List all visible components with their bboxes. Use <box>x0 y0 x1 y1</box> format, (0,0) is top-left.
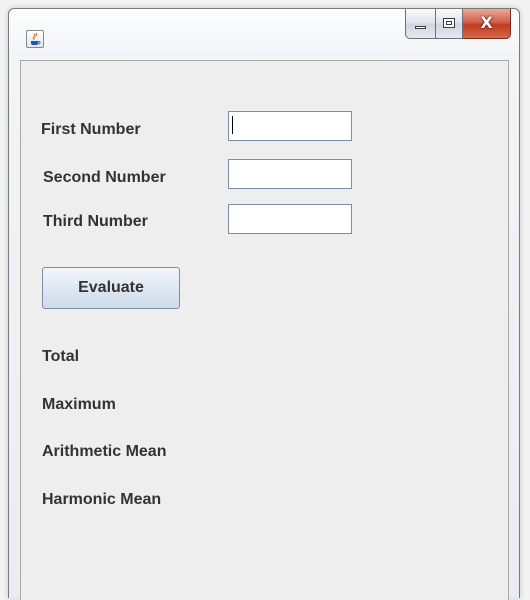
maximum-label: Maximum <box>42 396 116 413</box>
app-window: X First Number Second Number Third Numbe… <box>8 8 520 600</box>
third-number-input[interactable] <box>228 204 352 234</box>
first-number-input[interactable] <box>228 111 352 141</box>
evaluate-button[interactable]: Evaluate <box>42 267 180 309</box>
maximize-icon <box>443 18 455 28</box>
close-button[interactable]: X <box>463 9 511 39</box>
minimize-icon <box>415 26 426 29</box>
content-panel: First Number Second Number Third Number … <box>20 60 509 600</box>
harmonic-mean-label: Harmonic Mean <box>42 491 162 508</box>
maximize-button[interactable] <box>435 9 463 39</box>
third-number-label: Third Number <box>43 213 148 230</box>
first-number-label: First Number <box>41 121 141 138</box>
minimize-button[interactable] <box>405 9 435 39</box>
text-caret <box>232 116 233 134</box>
second-number-label: Second Number <box>43 169 166 186</box>
second-number-input[interactable] <box>228 159 352 189</box>
title-bar[interactable]: X <box>9 9 519 57</box>
close-icon: X <box>480 13 493 32</box>
arithmetic-mean-label: Arithmetic Mean <box>42 443 167 460</box>
first-number-wrap <box>228 111 352 141</box>
total-label: Total <box>42 348 80 365</box>
java-icon[interactable] <box>26 30 44 48</box>
java-cup-glyph <box>31 32 41 45</box>
caption-buttons: X <box>405 9 511 39</box>
